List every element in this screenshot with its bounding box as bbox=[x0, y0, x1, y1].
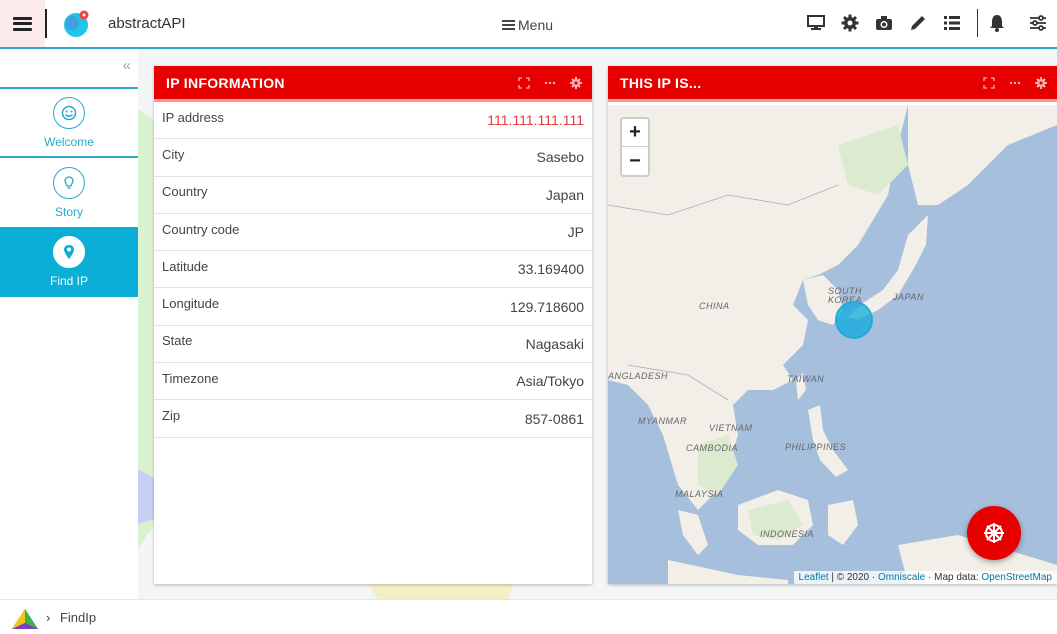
more-icon[interactable] bbox=[543, 76, 556, 89]
sidebar-item-label: Welcome bbox=[44, 135, 94, 149]
settings-icon[interactable] bbox=[569, 76, 582, 89]
card-header: THIS IP IS... bbox=[608, 66, 1057, 102]
info-row-latitude: Latitude 33.169400 bbox=[154, 251, 592, 289]
info-value: Nagasaki bbox=[525, 335, 584, 352]
more-icon[interactable] bbox=[1008, 76, 1021, 89]
sliders-icon[interactable] bbox=[1028, 13, 1048, 33]
map-label-bangladesh: ANGLADESH bbox=[608, 371, 669, 381]
attribution-text: | © 2020 · bbox=[828, 572, 878, 583]
top-bar: abstractAPI Menu bbox=[0, 0, 1057, 49]
info-row-country: Country Japan bbox=[154, 177, 592, 214]
info-label: IP address bbox=[162, 109, 224, 125]
map-label-taiwan: TAIWAN bbox=[787, 374, 825, 384]
hamburger-icon bbox=[13, 16, 32, 31]
sidebar-item-find-ip[interactable]: Find IP bbox=[0, 227, 138, 297]
map-label-vietnam: VIETNAM bbox=[709, 423, 753, 433]
info-row-state: State Nagasaki bbox=[154, 326, 592, 364]
breadcrumb: › FindIp bbox=[46, 610, 96, 625]
info-label: City bbox=[162, 146, 185, 162]
info-label: Country code bbox=[162, 221, 240, 237]
zoom-in-button[interactable]: + bbox=[622, 119, 648, 147]
footer-bar: › FindIp bbox=[0, 599, 1057, 634]
card-header-actions bbox=[517, 76, 582, 89]
info-row-city: City Sasebo bbox=[154, 139, 592, 177]
ip-location-marker[interactable] bbox=[835, 301, 873, 339]
map-label-china: CHINA bbox=[699, 301, 730, 311]
info-label: State bbox=[162, 333, 193, 349]
menu-icon bbox=[502, 20, 515, 30]
info-value: Sasebo bbox=[536, 149, 584, 166]
breadcrumb-item[interactable]: FindIp bbox=[60, 610, 96, 625]
info-value: Asia/Tokyo bbox=[516, 373, 584, 390]
info-value: 857-0861 bbox=[524, 410, 584, 427]
map-label-indonesia: INDONESIA bbox=[760, 529, 815, 539]
divider bbox=[45, 9, 47, 38]
floating-action-button[interactable] bbox=[967, 506, 1021, 560]
omniscale-link[interactable]: Omniscale bbox=[878, 572, 925, 583]
brand-logo bbox=[12, 609, 38, 629]
info-value: 129.718600 bbox=[510, 298, 584, 315]
zoom-out-button[interactable]: − bbox=[622, 147, 648, 175]
info-row-zip: Zip 857-0861 bbox=[154, 400, 592, 438]
ip-info-list: IP address 111.111.111.111 City Sasebo Cou… bbox=[154, 102, 592, 438]
toolbar-divider bbox=[977, 9, 978, 37]
map-label-malaysia: MALAYSIA bbox=[675, 489, 724, 499]
card-header: IP INFORMATION bbox=[154, 66, 592, 102]
card-title: IP INFORMATION bbox=[166, 74, 285, 91]
camera-icon[interactable] bbox=[874, 13, 894, 33]
map-attribution: Leaflet | © 2020 · Omniscale · Map data:… bbox=[793, 571, 1057, 584]
info-row-country-code: Country code JP bbox=[154, 214, 592, 252]
info-label: Timezone bbox=[162, 370, 219, 386]
sidebar-item-label: Find IP bbox=[49, 274, 88, 288]
attribution-text: · Map data: bbox=[925, 572, 982, 583]
info-label: Country bbox=[162, 184, 208, 200]
ip-information-card: IP INFORMATION IP address 111.111.111.111… bbox=[154, 66, 592, 584]
map-label-myanmar: MYANMAR bbox=[638, 416, 688, 426]
location-pin-icon bbox=[53, 236, 85, 268]
list-icon[interactable] bbox=[942, 13, 962, 33]
gear-icon[interactable] bbox=[840, 13, 860, 33]
bell-icon[interactable] bbox=[987, 13, 1007, 33]
chevron-right-icon: › bbox=[46, 610, 51, 625]
menu-button[interactable]: Menu bbox=[502, 17, 553, 33]
sidebar-item-story[interactable]: Story bbox=[0, 158, 138, 228]
sidebar: « Welcome Story Find IP bbox=[0, 49, 138, 599]
card-header-actions bbox=[982, 76, 1047, 89]
monitor-icon[interactable] bbox=[806, 13, 826, 33]
sidebar-item-welcome[interactable]: Welcome bbox=[0, 88, 138, 158]
pencil-icon[interactable] bbox=[908, 13, 928, 33]
card-title: THIS IP IS... bbox=[620, 74, 702, 91]
zoom-control: + − bbox=[620, 117, 650, 177]
openstreetmap-link[interactable]: OpenStreetMap bbox=[981, 572, 1052, 583]
info-value: JP bbox=[567, 224, 584, 241]
info-value: Japan bbox=[545, 186, 584, 203]
settings-icon[interactable] bbox=[1034, 76, 1047, 89]
info-row-longitude: Longitude 129.718600 bbox=[154, 288, 592, 326]
info-label: Latitude bbox=[162, 258, 209, 274]
helm-icon bbox=[984, 523, 1004, 543]
expand-icon[interactable] bbox=[517, 76, 530, 89]
sidebar-item-label: Story bbox=[54, 205, 83, 219]
info-row-timezone: Timezone Asia/Tokyo bbox=[154, 363, 592, 401]
leaflet-link[interactable]: Leaflet bbox=[799, 572, 829, 583]
info-label: Zip bbox=[162, 408, 181, 424]
collapse-sidebar-button[interactable]: « bbox=[123, 57, 131, 74]
app-logo bbox=[63, 10, 91, 38]
hamburger-menu-button[interactable] bbox=[0, 0, 45, 47]
map-label-cambodia: CAMBODIA bbox=[686, 443, 739, 453]
info-label: Longitude bbox=[162, 296, 220, 312]
map-label-philippines: PHILIPPINES bbox=[785, 442, 847, 452]
smile-icon bbox=[53, 97, 85, 129]
expand-icon[interactable] bbox=[982, 76, 995, 89]
bulb-icon bbox=[53, 167, 85, 199]
info-value: 111.111.111.111 bbox=[487, 112, 584, 129]
menu-label: Menu bbox=[518, 17, 554, 33]
info-row-ip-address: IP address 111.111.111.111 bbox=[154, 102, 592, 140]
info-value: 33.169400 bbox=[517, 261, 584, 278]
map-label-japan: JAPAN bbox=[893, 292, 924, 302]
app-title: abstractAPI bbox=[108, 15, 186, 32]
